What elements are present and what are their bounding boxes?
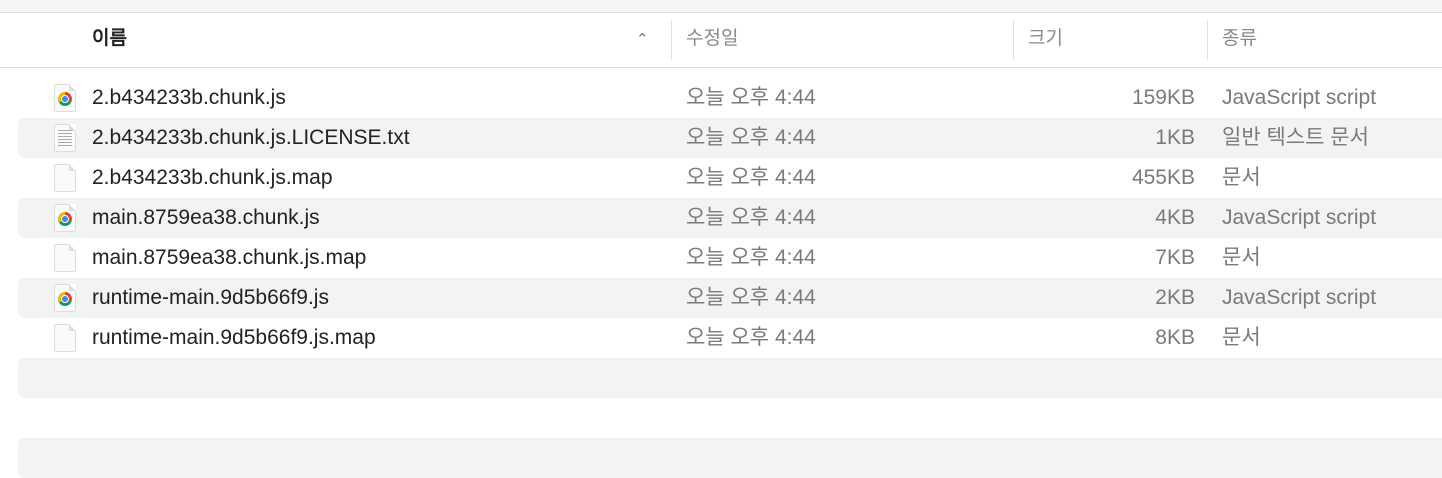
- file-size: 7KB: [1155, 246, 1195, 269]
- text-file-icon: [54, 124, 76, 152]
- file-size: 8KB: [1155, 326, 1195, 349]
- file-modified: 오늘 오후 4:44: [686, 326, 816, 349]
- column-modified[interactable]: 수정일: [686, 13, 738, 67]
- chrome-js-icon: [54, 204, 76, 232]
- file-name: runtime-main.9d5b66f9.js: [92, 286, 329, 309]
- file-kind: 일반 텍스트 문서: [1222, 126, 1369, 149]
- file-modified: 오늘 오후 4:44: [686, 206, 816, 229]
- column-divider[interactable]: [671, 20, 672, 60]
- file-modified: 오늘 오후 4:44: [686, 166, 816, 189]
- file-name: main.8759ea38.chunk.js: [92, 206, 320, 229]
- file-kind: JavaScript script: [1222, 86, 1377, 109]
- file-name: 2.b434233b.chunk.js.map: [92, 166, 333, 189]
- column-divider[interactable]: [1207, 20, 1208, 60]
- file-row[interactable]: 2.b434233b.chunk.js 오늘 오후 4:44 159KB Jav…: [18, 78, 1442, 118]
- empty-row: [18, 438, 1442, 478]
- file-kind: JavaScript script: [1222, 286, 1377, 309]
- empty-row: [18, 398, 1442, 438]
- file-name: main.8759ea38.chunk.js.map: [92, 246, 367, 269]
- file-modified: 오늘 오후 4:44: [686, 286, 816, 309]
- file-row[interactable]: 2.b434233b.chunk.js.LICENSE.txt 오늘 오후 4:…: [18, 118, 1442, 158]
- file-row[interactable]: runtime-main.9d5b66f9.js 오늘 오후 4:44 2KB …: [18, 278, 1442, 318]
- document-icon: [54, 244, 76, 272]
- file-kind: JavaScript script: [1222, 206, 1377, 229]
- sort-ascending-chevron-icon[interactable]: ⌃: [636, 13, 649, 67]
- empty-row: [18, 358, 1442, 398]
- file-modified: 오늘 오후 4:44: [686, 86, 816, 109]
- file-name: 2.b434233b.chunk.js: [92, 86, 286, 109]
- column-header: 이름 ⌃ 수정일 크기 종류: [0, 13, 1442, 68]
- file-size: 159KB: [1131, 86, 1195, 109]
- file-name: 2.b434233b.chunk.js.LICENSE.txt: [92, 126, 410, 149]
- file-row[interactable]: main.8759ea38.chunk.js 오늘 오후 4:44 4KB Ja…: [18, 198, 1442, 238]
- file-size: 4KB: [1155, 206, 1195, 229]
- column-divider[interactable]: [1013, 20, 1014, 60]
- document-icon: [54, 324, 76, 352]
- file-size: 2KB: [1155, 286, 1195, 309]
- file-kind: 문서: [1222, 166, 1261, 189]
- file-modified: 오늘 오후 4:44: [686, 126, 816, 149]
- file-row[interactable]: 2.b434233b.chunk.js.map 오늘 오후 4:44 455KB…: [18, 158, 1442, 198]
- file-kind: 문서: [1222, 246, 1261, 269]
- file-size: 455KB: [1131, 166, 1195, 189]
- file-name: runtime-main.9d5b66f9.js.map: [92, 326, 376, 349]
- column-size[interactable]: 크기: [1028, 13, 1063, 67]
- toolbar-strip: [0, 0, 1442, 13]
- file-row[interactable]: runtime-main.9d5b66f9.js.map 오늘 오후 4:44 …: [18, 318, 1442, 358]
- chrome-js-icon: [54, 284, 76, 312]
- chrome-js-icon: [54, 84, 76, 112]
- column-kind[interactable]: 종류: [1222, 13, 1257, 67]
- file-kind: 문서: [1222, 326, 1261, 349]
- file-modified: 오늘 오후 4:44: [686, 246, 816, 269]
- document-icon: [54, 164, 76, 192]
- file-size: 1KB: [1155, 126, 1195, 149]
- file-row[interactable]: main.8759ea38.chunk.js.map 오늘 오후 4:44 7K…: [18, 238, 1442, 278]
- column-name[interactable]: 이름: [92, 13, 127, 67]
